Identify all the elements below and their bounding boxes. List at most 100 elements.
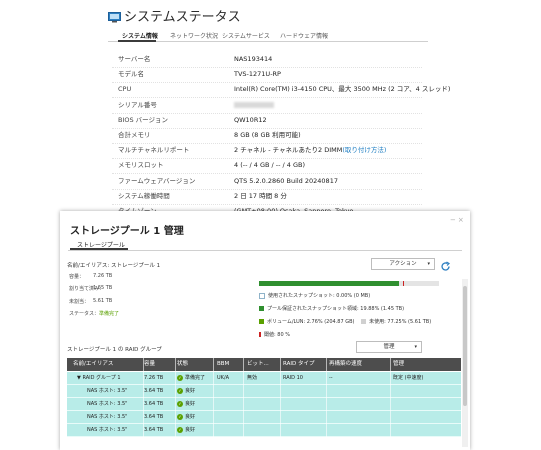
info-value-text: 2 日 17 時間 8 分 bbox=[234, 191, 287, 200]
legend-volume-lun: ボリューム/LUN: 2.76% (204.87 GB) 未使用: 77.25%… bbox=[259, 318, 431, 325]
column-header[interactable]: BBM bbox=[217, 358, 229, 371]
close-icon[interactable]: × bbox=[458, 216, 466, 224]
info-value: QTS 5.2.0.2860 Build 20240817 bbox=[234, 174, 338, 189]
legend-guaranteed-snapshot: プール保証されたスナップショット領域: 19.88% (1.45 TB) bbox=[259, 305, 404, 312]
column-header[interactable]: 管理 bbox=[393, 358, 404, 371]
column-header[interactable]: 状態 bbox=[177, 358, 188, 371]
cell-manage: 既定 (中速度) bbox=[393, 372, 424, 384]
info-row: シリアル番号 bbox=[112, 98, 422, 114]
pool-status: ステータス： 準備完了 bbox=[69, 311, 120, 317]
capacity-bar bbox=[259, 281, 439, 286]
info-row: 合計メモリ 8 GB (8 GB 利用可能) bbox=[112, 128, 422, 144]
cell-text: -- bbox=[329, 375, 333, 381]
column-header[interactable]: ビット... bbox=[247, 358, 269, 371]
pool-name-label: 名前/エイリアス: ストレージプール 1 bbox=[67, 263, 161, 269]
install-guide-link[interactable]: (取り付け方法) bbox=[342, 146, 386, 154]
capacity-used-fill bbox=[259, 281, 399, 286]
pool-unallocated: 未割当： 5.61 TB bbox=[69, 298, 113, 305]
disk-row[interactable]: NAS ホスト: 3.5" 3.64 TB ✓ 良好 bbox=[67, 398, 461, 411]
cell-bbm: UK/A bbox=[217, 372, 229, 384]
column-header[interactable]: RAID タイプ bbox=[283, 358, 314, 371]
cell-text: 3.64 TB bbox=[144, 414, 164, 420]
info-value: NAS193414 bbox=[234, 52, 272, 67]
info-key: BIOS バージョン bbox=[118, 115, 169, 124]
legend-swatch bbox=[361, 319, 367, 324]
info-value: 2 チャネル - チャネルあたり2 DIMM(取り付け方法) bbox=[234, 143, 386, 158]
info-row: メモリスロット 4 (-- / 4 GB / -- / 4 GB) bbox=[112, 158, 422, 175]
action-dropdown[interactable]: アクション ▾ bbox=[371, 258, 435, 270]
cell-text: 3.64 TB bbox=[144, 427, 164, 433]
check-icon: ✓ bbox=[177, 426, 183, 433]
status-badge: 準備完了 bbox=[99, 311, 120, 317]
info-row: システム稼働時間 2 日 17 時間 8 分 bbox=[112, 189, 422, 205]
chevron-down-icon: ▾ bbox=[414, 344, 417, 350]
raid-group-heading: ストレージプール 1 の RAID グループ bbox=[67, 347, 162, 353]
system-status-title: システムステータス bbox=[124, 10, 241, 25]
check-icon: ✓ bbox=[177, 387, 183, 394]
column-header[interactable]: 再構築の速度 bbox=[329, 358, 362, 371]
info-value: 4 (-- / 4 GB / -- / 4 GB) bbox=[234, 158, 305, 173]
legend-threshold: 閾値: 80 % bbox=[259, 331, 290, 338]
info-value: 8 GB (8 GB 利用可能) bbox=[234, 128, 301, 143]
disk-row[interactable]: NAS ホスト: 3.5" 3.64 TB ✓ 良好 bbox=[67, 411, 461, 424]
check-icon: ✓ bbox=[177, 374, 183, 381]
cell-status: ✓ 良好 bbox=[177, 424, 195, 436]
cell-name: NAS ホスト: 3.5" bbox=[87, 411, 127, 423]
cell-text: 準備完了 bbox=[185, 375, 206, 381]
disk-row[interactable]: NAS ホスト: 3.5" 3.64 TB ✓ 良好 bbox=[67, 385, 461, 398]
cell-text: NAS ホスト: 3.5" bbox=[87, 401, 128, 407]
info-row: モデル名 TVS-1271U-RP bbox=[112, 67, 422, 84]
info-key: マルチチャネルリポート bbox=[118, 146, 190, 155]
threshold-marker bbox=[403, 281, 404, 286]
tab-divider bbox=[68, 250, 462, 251]
check-icon: ✓ bbox=[177, 413, 183, 420]
tab-system-info[interactable]: システム情報 bbox=[122, 31, 158, 40]
column-header[interactable]: 容量 bbox=[144, 358, 155, 371]
info-key: CPU bbox=[118, 85, 132, 94]
info-row: マルチチャネルリポート 2 チャネル - チャネルあたり2 DIMM(取り付け方法… bbox=[112, 143, 422, 160]
tab-divider bbox=[108, 41, 428, 42]
scrollbar-thumb[interactable] bbox=[463, 286, 467, 406]
info-key: メモリスロット bbox=[118, 161, 164, 170]
info-value: QW10R12 bbox=[234, 113, 267, 128]
cell-text: 良好 bbox=[185, 427, 196, 433]
cell-status: ✓ 良好 bbox=[177, 411, 195, 423]
info-key: モデル名 bbox=[118, 70, 144, 79]
disk-row[interactable]: NAS ホスト: 3.5" 3.64 TB ✓ 良好 bbox=[67, 424, 461, 437]
legend-swatch bbox=[259, 319, 264, 324]
info-value-text: NAS193414 bbox=[234, 55, 273, 63]
cell-text: 良好 bbox=[185, 414, 196, 420]
cell-capacity: 7.26 TB bbox=[144, 372, 163, 384]
cell-text: 既定 (中速度) bbox=[393, 375, 424, 381]
tab-network-status[interactable]: ネットワーク状況 bbox=[170, 31, 218, 40]
check-icon: ✓ bbox=[177, 400, 183, 407]
cell-capacity: 3.64 TB bbox=[144, 411, 163, 423]
info-value-text: QW10R12 bbox=[234, 115, 267, 124]
cell-capacity: 3.64 TB bbox=[144, 385, 163, 397]
legend-swatch bbox=[259, 292, 265, 299]
info-value: TVS-1271U-RP bbox=[234, 67, 281, 82]
column-header[interactable]: 名前/エイリアス bbox=[73, 358, 113, 371]
refresh-icon[interactable] bbox=[440, 257, 451, 271]
info-value: 2 日 17 時間 8 分 bbox=[234, 189, 287, 204]
info-row: サーバー名 NAS193414 bbox=[112, 52, 422, 68]
cell-text: NAS ホスト: 3.5" bbox=[87, 414, 128, 420]
column-divider bbox=[280, 358, 281, 450]
tab-hardware-info[interactable]: ハードウェア情報 bbox=[280, 31, 328, 40]
cell-text: 無効 bbox=[247, 375, 258, 381]
cell-text: UK/A bbox=[217, 375, 230, 381]
cell-text: 良好 bbox=[185, 401, 196, 407]
info-key: システム稼働時間 bbox=[118, 191, 170, 200]
info-value-text: 2 チャネル - チャネルあたり2 DIMM bbox=[234, 146, 343, 155]
minimize-icon[interactable]: − bbox=[450, 216, 458, 224]
cell-status: ✓ 良好 bbox=[177, 385, 195, 397]
manage-dropdown[interactable]: 管理 ▾ bbox=[356, 341, 422, 353]
legend-used-snapshot: 使用されたスナップショット: 0.00% (0 MB) bbox=[259, 292, 370, 299]
raid-group-row[interactable]: ▼ RAID グループ 1 7.26 TB ✓ 準備完了 UK/A 無効 RAID 10 --… bbox=[67, 372, 461, 385]
legend-swatch bbox=[259, 332, 261, 337]
cell-capacity: 3.64 TB bbox=[144, 398, 163, 410]
tab-system-services[interactable]: システムサービス bbox=[222, 31, 270, 40]
column-divider bbox=[175, 358, 176, 450]
active-tab-indicator bbox=[70, 248, 128, 250]
legend-swatch bbox=[259, 306, 264, 311]
